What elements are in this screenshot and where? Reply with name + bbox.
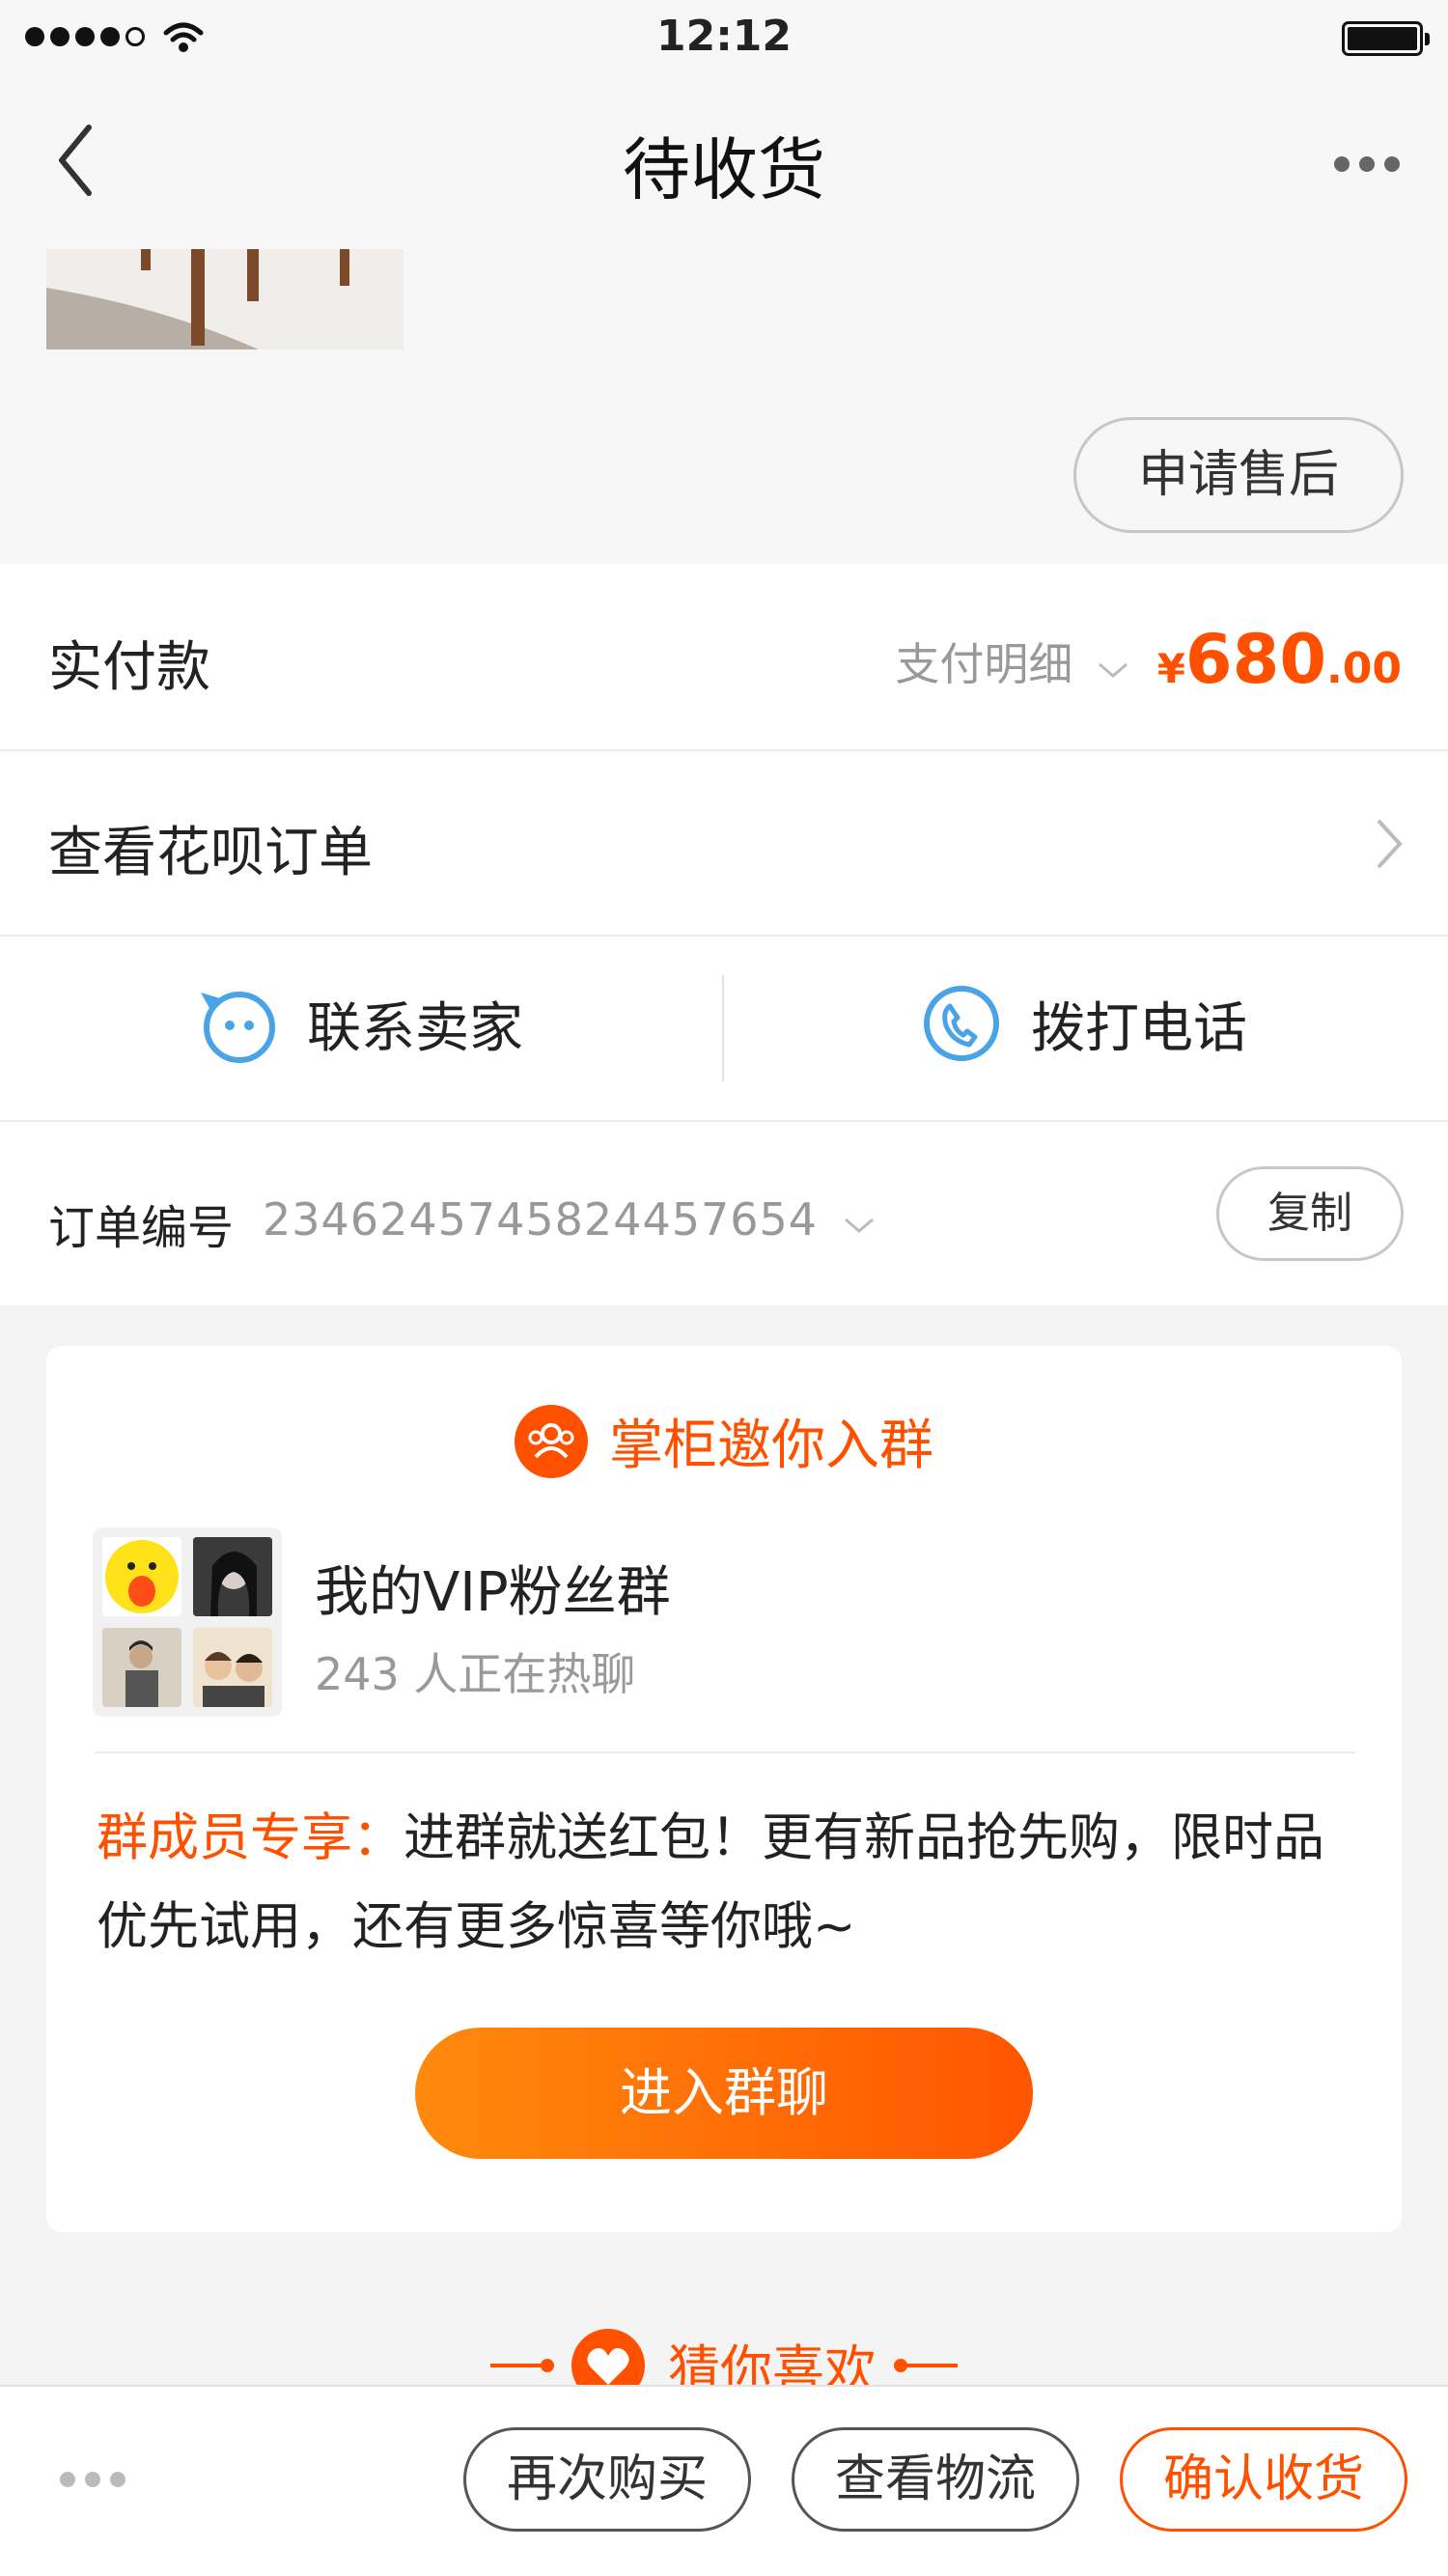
- paid-amount: ¥680.00: [1157, 620, 1402, 699]
- huabei-order-label: 查看花呗订单: [48, 822, 373, 884]
- more-actions-icon[interactable]: [60, 2472, 125, 2487]
- product-thumbnail[interactable]: [46, 249, 404, 350]
- more-icon[interactable]: [1334, 156, 1400, 172]
- order-number-value[interactable]: 2346245745824457654: [263, 1193, 876, 1246]
- payment-detail-toggle[interactable]: 支付明细: [895, 630, 1129, 693]
- contact-seller-label: 联系卖家: [307, 996, 523, 1060]
- payment-label: 实付款: [48, 636, 210, 699]
- phone-icon: [924, 986, 999, 1061]
- divider: [95, 1751, 1355, 1753]
- view-logistics-button[interactable]: 查看物流: [792, 2427, 1079, 2532]
- join-group-button[interactable]: 进入群聊: [415, 2028, 1033, 2159]
- divider: [722, 975, 724, 1081]
- group-name: 我的VIP粉丝群: [315, 1561, 671, 1624]
- amount-integer: 680: [1184, 620, 1327, 699]
- currency-symbol: ¥: [1156, 645, 1185, 692]
- member-avatar: [193, 1628, 272, 1707]
- call-phone-button[interactable]: 拨打电话: [921, 983, 1247, 1064]
- group-perk-text: 群成员专享：进群就送红包！更有新品抢先购，限时品优先试用，还有更多惊喜等你哦~: [97, 1794, 1371, 1972]
- copy-button[interactable]: 复制: [1216, 1166, 1404, 1261]
- group-invite-title: 掌柜邀你入群: [609, 1414, 933, 1477]
- chevron-right-icon: [1377, 819, 1403, 869]
- battery-icon: [1342, 21, 1430, 56]
- page-title: 待收货: [623, 130, 825, 210]
- after-sale-button[interactable]: 申请售后: [1073, 417, 1404, 533]
- status-time: 12:12: [655, 12, 793, 61]
- call-phone-label: 拨打电话: [1031, 996, 1247, 1060]
- order-number-text: 2346245745824457654: [263, 1193, 819, 1246]
- member-avatar: [102, 1537, 181, 1616]
- order-number-label: 订单编号: [48, 1201, 235, 1255]
- group-icon: [515, 1404, 588, 1478]
- decorative-line: [894, 2358, 958, 2372]
- chevron-down-icon: [1099, 662, 1128, 678]
- huabei-order-row[interactable]: 查看花呗订单: [0, 751, 1448, 935]
- amount-decimal: .00: [1326, 644, 1402, 693]
- group-perk-label: 群成员专享：: [97, 1808, 404, 1867]
- chevron-down-icon: [844, 1218, 874, 1233]
- member-avatar: [193, 1537, 272, 1616]
- member-avatar: [102, 1628, 181, 1707]
- contact-seller-button[interactable]: 联系卖家: [197, 983, 523, 1064]
- decorative-line: [490, 2358, 554, 2372]
- payment-detail-label: 支付明细: [895, 638, 1073, 690]
- group-avatar[interactable]: [93, 1527, 282, 1717]
- chat-bubble-icon: [201, 992, 275, 1063]
- buy-again-button[interactable]: 再次购买: [463, 2427, 751, 2532]
- group-member-count: 243 人正在热聊: [315, 1648, 636, 1700]
- confirm-receipt-button[interactable]: 确认收货: [1120, 2427, 1407, 2532]
- group-invite-header: 掌柜邀你入群: [0, 1402, 1448, 1480]
